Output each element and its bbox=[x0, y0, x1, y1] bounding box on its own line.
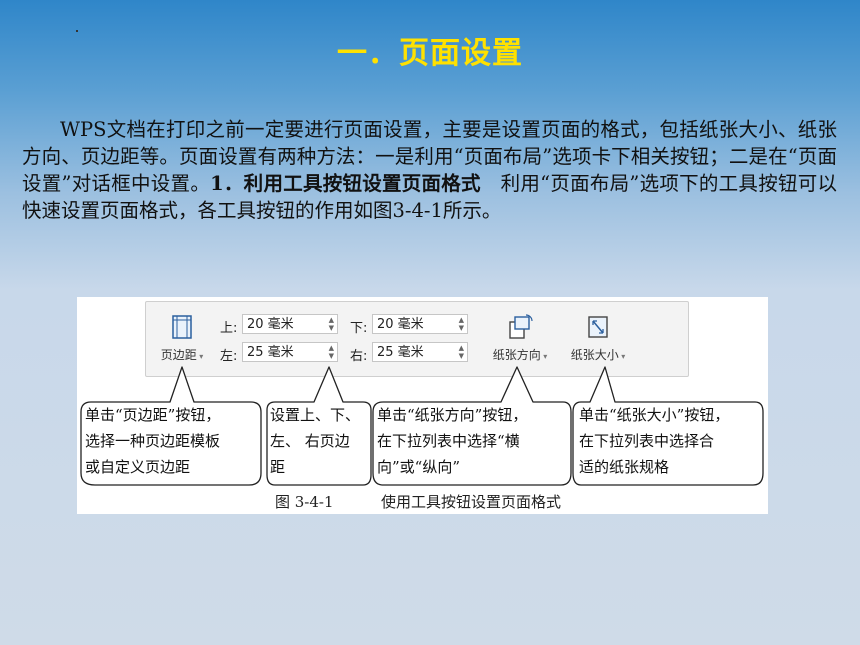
callout-orientation-text: 单击“纸张方向”按钮， 在下拉列表中选择“横 向”或“纵向” bbox=[377, 402, 527, 480]
callout-line: 选择一种页边距模板 bbox=[85, 432, 221, 450]
callout-line: 在下拉列表中选择合 bbox=[579, 432, 715, 450]
body-paragraph: WPS文档在打印之前一定要进行页面设置，主要是设置页面的格式，包括纸张大小、纸张… bbox=[22, 116, 837, 224]
callout-margins-text: 单击“页边距”按钮， 选择一种页边距模板 或自定义页边距 bbox=[85, 402, 220, 480]
callout-line: 左、 右页边 bbox=[270, 432, 350, 450]
paragraph-bold-heading: 1．利用工具按钮设置页面格式 bbox=[210, 172, 481, 195]
callout-line: 适的纸张规格 bbox=[579, 458, 670, 476]
callout-line: 单击“页边距”按钮， bbox=[85, 406, 221, 424]
callout-line: 设置上、下、 bbox=[270, 406, 361, 424]
callout-paper-size-text: 单击“纸张大小”按钮， 在下拉列表中选择合 适的纸张规格 bbox=[579, 402, 729, 480]
figure-3-4-1: 页边距 ▾ 上: 20 毫米 ▲ ▼ 左: 25 毫米 ▲ ▼ 下: 20 毫米 ▲ ▼ 右… bbox=[77, 297, 768, 514]
figure-caption-number: 图 3-4-1 bbox=[275, 493, 334, 511]
callout-line: 单击“纸张大小”按钮， bbox=[579, 406, 730, 424]
callout-margin-values-text: 设置上、下、 左、 右页边 距 bbox=[270, 402, 360, 480]
callout-line: 或自定义页边距 bbox=[85, 458, 191, 476]
callout-line: 单击“纸张方向”按钮， bbox=[377, 406, 528, 424]
slide-title: 一．页面设置 bbox=[337, 36, 523, 71]
callout-line: 向”或“纵向” bbox=[377, 458, 461, 476]
figure-caption-text: 使用工具按钮设置页面格式 bbox=[381, 493, 562, 511]
callout-line: 在下拉列表中选择“横 bbox=[377, 432, 520, 450]
callout-line: 距 bbox=[270, 458, 286, 476]
